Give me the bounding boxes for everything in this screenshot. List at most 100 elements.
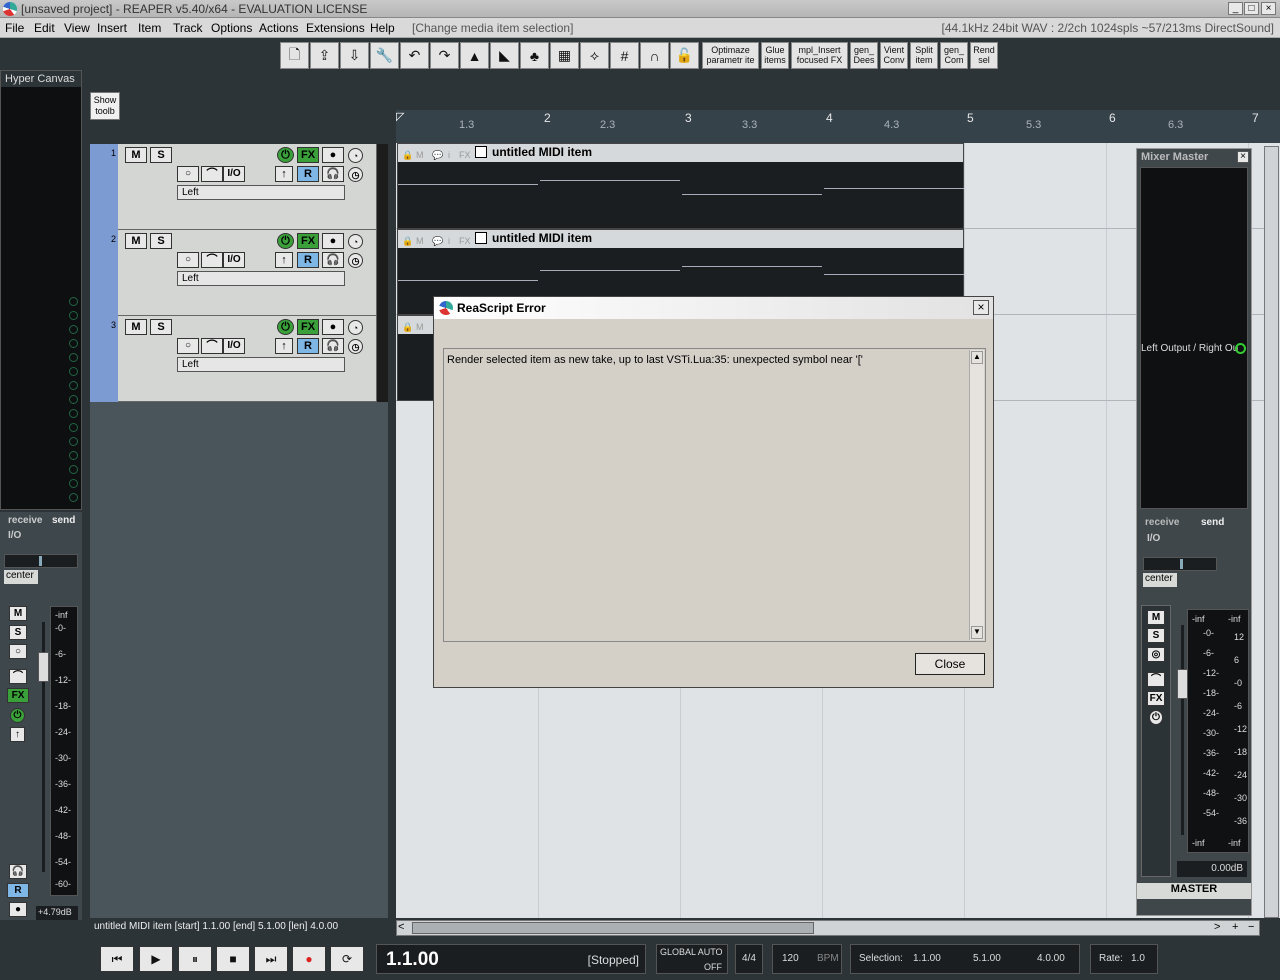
error-message-box[interactable]: Render selected item as new take, up to … [443,348,986,642]
scroll-left-icon[interactable]: < [398,921,404,933]
optimize-params-button[interactable]: Optimaze parametr ite [702,42,759,69]
go-to-start-icon[interactable]: ⏮ [100,946,134,972]
menu-extensions[interactable]: Extensions [306,21,365,35]
volume-knob-icon[interactable]: ◔ [348,148,363,163]
mute-button[interactable]: M [9,606,27,621]
item-lock-icon[interactable]: 🔒 [402,233,413,249]
envelope-icon[interactable]: ⟡ [580,42,609,69]
mute-button[interactable]: M [125,147,147,163]
ripple-icon[interactable]: ◣ [490,42,519,69]
render-sel-button[interactable]: Rend sel [970,42,998,69]
item-mute[interactable]: M [416,147,424,163]
menu-options[interactable]: Options [211,21,252,35]
volume-fader-handle[interactable] [38,652,49,682]
fx-button[interactable]: FX [1147,691,1165,706]
scroll-right-icon[interactable]: > [1214,921,1220,933]
lock-icon[interactable]: 🔓 [670,42,699,69]
pan-knob-icon[interactable]: ◷ [348,167,363,182]
fx-button[interactable]: FX [297,319,319,335]
zoom-out-icon[interactable]: − [1248,921,1254,933]
up-arrow-icon[interactable]: ↑ [275,252,293,268]
track-name-field[interactable]: Left [177,185,345,200]
undo-icon[interactable]: ↶ [400,42,429,69]
close-window-button[interactable]: × [1261,2,1276,15]
master-output-label[interactable]: Left Output / Right Ou [1141,343,1238,354]
grid-icon[interactable]: ▦ [550,42,579,69]
volume-knob-icon[interactable]: ◔ [348,320,363,335]
item-mute[interactable]: M [416,233,424,249]
record-arm-icon[interactable]: ● [322,319,344,335]
zoom-in-icon[interactable]: + [1232,921,1238,933]
menu-view[interactable]: View [64,21,90,35]
record-icon[interactable]: ● [292,946,326,972]
scroll-down-icon[interactable]: ▼ [971,626,983,639]
monitor-headphones-icon[interactable]: 🎧 [322,338,344,354]
vertical-scrollbar[interactable] [1264,146,1279,918]
pan-slider[interactable] [4,554,78,568]
repeat-icon[interactable]: ⟳ [330,946,364,972]
global-auto-button[interactable]: GLOBAL AUTO OFF [656,944,728,974]
menu-track[interactable]: Track [173,21,203,35]
io-label[interactable]: I/O [1147,533,1160,544]
volume-knob-icon[interactable]: ◔ [348,234,363,249]
item-fx[interactable]: FX [459,147,471,163]
pause-icon[interactable]: ⏸ [178,946,212,972]
magnet-icon[interactable]: ∩ [640,42,669,69]
split-item-button[interactable]: Split item [910,42,938,69]
go-to-end-icon[interactable]: ⏭ [254,946,288,972]
mute-button[interactable]: M [125,319,147,335]
clover-icon[interactable]: ♣ [520,42,549,69]
record-input-button[interactable]: R [297,252,319,268]
midi-item[interactable]: 🔒 M 💬 i FX untitled MIDI item [397,143,964,229]
new-icon[interactable]: 🗋 [280,42,309,69]
phase-icon[interactable]: ○ [177,338,199,354]
redo-icon[interactable]: ↷ [430,42,459,69]
close-button[interactable]: Close [915,653,985,675]
phase-icon[interactable]: ○ [177,166,199,182]
solo-button[interactable]: S [9,625,27,640]
snap-grid-icon[interactable]: # [610,42,639,69]
item-lock-icon[interactable]: 🔒 [402,319,413,335]
solo-button[interactable]: S [1147,628,1165,643]
monitor-headphones-icon[interactable]: 🎧 [322,252,344,268]
minimize-button[interactable]: _ [1228,2,1243,15]
fx-button[interactable]: FX [297,147,319,163]
io-label[interactable]: I/O [8,530,21,541]
io-button[interactable]: I/O [223,166,245,182]
playrate-display[interactable]: Rate: 1.0 [1090,944,1158,974]
maximize-button[interactable]: □ [1244,2,1259,15]
menu-item[interactable]: Item [138,21,161,35]
pan-knob-icon[interactable]: ◷ [348,339,363,354]
menu-file[interactable]: File [5,21,24,35]
record-input-button[interactable]: R [297,166,319,182]
solo-button[interactable]: S [150,319,172,335]
error-scrollbar[interactable]: ▲ ▼ [969,350,984,640]
stop-icon[interactable]: ■ [216,946,250,972]
insert-focused-fx-button[interactable]: mpl_Insert focused FX [791,42,848,69]
show-toolbar-button[interactable]: Show toolb [90,92,120,120]
mute-button[interactable]: M [125,233,147,249]
track-name-field[interactable]: Left [177,357,345,372]
item-header[interactable]: 🔒 M 💬 i FX untitled MIDI item [398,230,963,248]
dialog-close-icon[interactable]: × [973,300,989,315]
menu-insert[interactable]: Insert [97,21,127,35]
send-label[interactable]: send [52,515,75,526]
time-signature[interactable]: 4/4 [735,944,763,974]
item-fx[interactable]: FX [459,233,471,249]
item-lock-icon[interactable]: 🔒 [402,147,413,163]
solo-button[interactable]: S [150,233,172,249]
menu-help[interactable]: Help [370,21,395,35]
save-icon[interactable]: ⇩ [340,42,369,69]
pan-slider-handle[interactable] [39,556,42,566]
pan-slider[interactable] [1143,557,1217,571]
envelope-icon[interactable]: ⌒ [9,669,27,684]
play-icon[interactable]: ▶ [139,946,173,972]
record-input-button[interactable]: R [7,883,29,898]
mute-button[interactable]: M [1147,610,1165,625]
item-props[interactable]: i [448,147,450,163]
vient-conv-button[interactable]: Vient Conv [880,42,908,69]
track-1[interactable]: 1 M S ⏻ FX ● ◔ ○ ⌒ I/O ↑ R 🎧 ◷ Left [90,144,388,230]
record-arm-icon[interactable]: ● [9,902,27,917]
power-icon[interactable]: ⏻ [10,708,25,723]
phase-icon[interactable]: ○ [177,252,199,268]
